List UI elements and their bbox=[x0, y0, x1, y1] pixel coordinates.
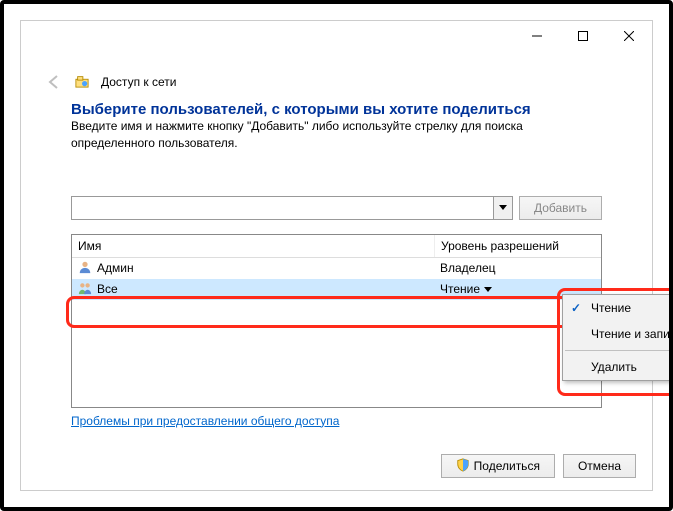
instruction-text: Введите имя и нажмите кнопку "Добавить" … bbox=[71, 118, 602, 152]
annotation-highlight-row bbox=[66, 296, 572, 328]
share-list: Имя Уровень разрешений Админ Владелец bbox=[71, 234, 602, 408]
network-share-icon bbox=[75, 74, 89, 91]
permission-dropdown: Чтение Чтение и запись Удалить bbox=[562, 294, 673, 381]
cancel-button[interactable]: Отмена bbox=[563, 454, 636, 478]
close-button[interactable] bbox=[606, 21, 652, 51]
group-icon bbox=[78, 281, 92, 298]
row-permission: Чтение bbox=[440, 282, 480, 296]
chevron-down-icon bbox=[484, 287, 492, 292]
shield-icon bbox=[456, 458, 470, 475]
dropdown-item-remove[interactable]: Удалить bbox=[563, 354, 673, 380]
window-title: Доступ к сети bbox=[101, 75, 176, 89]
row-name: Все bbox=[97, 282, 118, 296]
list-row-everyone[interactable]: Все Чтение bbox=[72, 279, 601, 300]
dropdown-separator bbox=[565, 350, 673, 351]
minimize-button[interactable] bbox=[514, 21, 560, 51]
row-name: Админ bbox=[97, 261, 134, 275]
back-arrow-icon[interactable] bbox=[45, 73, 63, 91]
dropdown-item-readwrite[interactable]: Чтение и запись bbox=[563, 321, 673, 347]
maximize-button[interactable] bbox=[560, 21, 606, 51]
dialog-window: Доступ к сети Выберите пользователей, с … bbox=[20, 20, 653, 491]
share-button[interactable]: Поделиться bbox=[441, 454, 555, 478]
window-controls bbox=[514, 21, 652, 51]
troubleshoot-link[interactable]: Проблемы при предоставлении общего досту… bbox=[71, 414, 339, 428]
user-icon bbox=[78, 260, 92, 277]
list-row-admin[interactable]: Админ Владелец bbox=[72, 258, 601, 279]
column-header-name[interactable]: Имя bbox=[72, 235, 435, 257]
chevron-down-icon bbox=[499, 205, 507, 210]
add-button[interactable]: Добавить bbox=[519, 196, 602, 220]
column-header-permission[interactable]: Уровень разрешений bbox=[435, 235, 601, 257]
user-name-input[interactable] bbox=[71, 196, 513, 220]
row-permission: Владелец bbox=[440, 261, 496, 275]
user-lookup-dropdown-button[interactable] bbox=[493, 197, 512, 219]
dropdown-item-read[interactable]: Чтение bbox=[563, 295, 673, 321]
page-heading: Выберите пользователей, с которыми вы хо… bbox=[71, 101, 602, 118]
